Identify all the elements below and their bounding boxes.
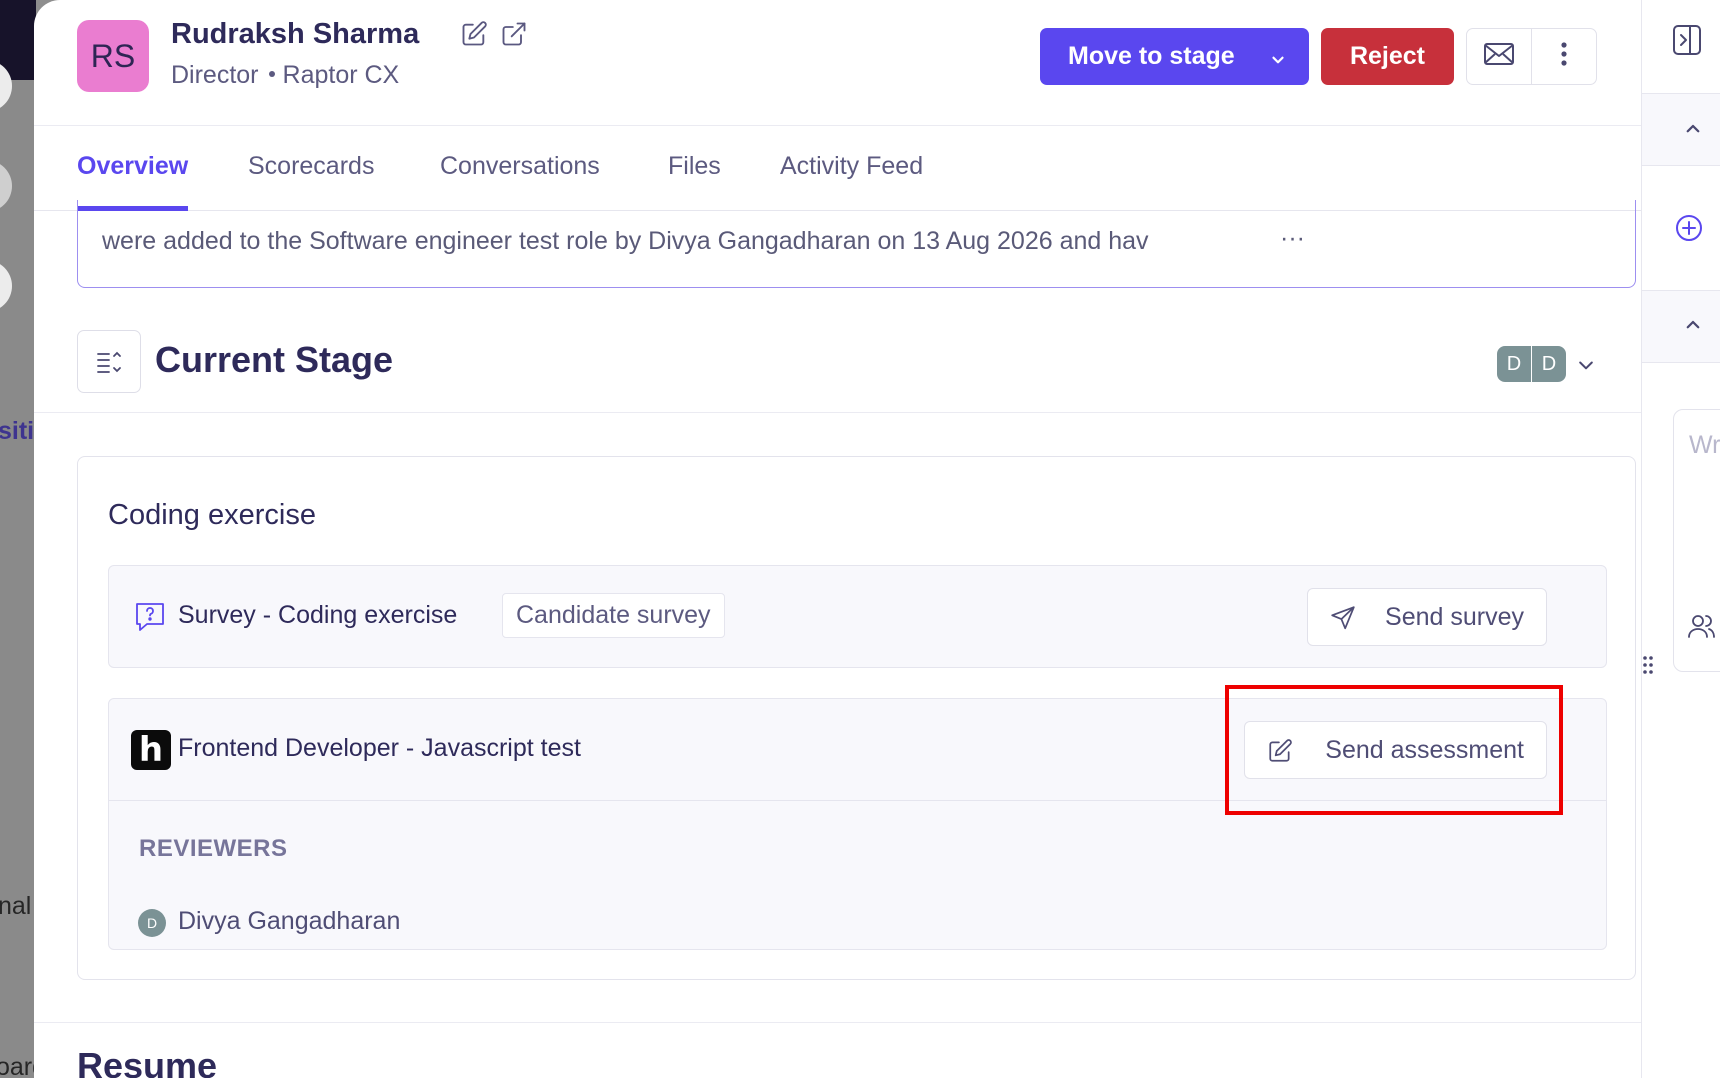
expand-summary-button[interactable]: ··· — [1280, 224, 1305, 253]
edit-icon — [1267, 738, 1293, 764]
hackerearth-logo: h — [131, 730, 171, 770]
candidate-title: Director — [171, 61, 259, 89]
ai-summary-box: were added to the Software engineer test… — [77, 200, 1636, 288]
candidate-drawer: RS Rudraksh Sharma Director Raptor CX Mov… — [34, 0, 1641, 1078]
candidate-avatar: RS — [77, 20, 149, 92]
stage-name: Coding exercise — [108, 499, 316, 531]
move-to-stage-button[interactable]: Move to stage — [1040, 28, 1309, 85]
interviewer-avatar[interactable]: D — [1532, 346, 1566, 382]
more-actions-button[interactable] — [1531, 28, 1597, 85]
chevron-up-icon[interactable] — [1684, 316, 1702, 339]
send-survey-label: Send survey — [1385, 602, 1524, 631]
divider — [1642, 362, 1720, 363]
send-survey-button[interactable]: Send survey — [1307, 588, 1547, 646]
mail-icon — [1483, 41, 1515, 72]
divider — [34, 1022, 1641, 1023]
add-circle-icon[interactable] — [1675, 214, 1703, 247]
more-vertical-icon — [1560, 41, 1568, 72]
panel-section — [1642, 290, 1720, 362]
survey-icon — [133, 599, 167, 633]
tab-bar: Overview Scorecards Conversations Files … — [34, 126, 1641, 211]
chevron-down-icon[interactable] — [1576, 355, 1596, 375]
assessment-label: Frontend Developer - Javascript test — [178, 734, 581, 762]
assessment-header: h Frontend Developer - Javascript test S… — [109, 699, 1606, 801]
background-text: oard — [0, 1053, 36, 1078]
candidate-survey-tag: Candidate survey — [502, 593, 725, 638]
survey-label: Survey - Coding exercise — [178, 601, 458, 629]
send-assessment-label: Send assessment — [1325, 735, 1524, 764]
candidate-name: Rudraksh Sharma — [171, 18, 420, 50]
survey-row: Survey - Coding exercise Candidate surve… — [108, 565, 1607, 668]
background-text: nal — [0, 892, 32, 920]
stage-list-icon[interactable] — [77, 330, 141, 393]
stage-card: Coding exercise Survey - Coding exercise… — [77, 456, 1636, 980]
reviewer-avatar: D — [138, 909, 166, 937]
divider — [1642, 93, 1720, 94]
email-button[interactable] — [1466, 28, 1532, 85]
right-side-panel: Wr — [1641, 0, 1720, 1078]
drag-handle-icon[interactable] — [1641, 654, 1655, 676]
chevron-up-icon[interactable] — [1684, 120, 1702, 143]
separator-dot — [268, 70, 275, 77]
reviewers-heading: REVIEWERS — [139, 835, 288, 862]
resume-title: Resume — [77, 1045, 218, 1078]
send-icon — [1330, 605, 1356, 631]
candidate-header: RS Rudraksh Sharma Director Raptor CX Mov… — [34, 0, 1641, 126]
assessment-row: h Frontend Developer - Javascript test S… — [108, 698, 1607, 950]
background-avatar — [0, 160, 12, 212]
candidate-company: Raptor CX — [282, 61, 400, 89]
edit-icon[interactable] — [460, 20, 488, 48]
divider — [1642, 290, 1720, 291]
panel-section — [1642, 93, 1720, 165]
users-icon[interactable] — [1687, 612, 1717, 645]
candidate-subtitle: Director Raptor CX — [171, 61, 399, 90]
send-assessment-button[interactable]: Send assessment — [1244, 721, 1547, 779]
reviewer-name: Divya Gangadharan — [178, 907, 401, 935]
chevron-down-icon — [1269, 47, 1287, 65]
collapse-panel-icon[interactable] — [1672, 24, 1702, 61]
current-stage-title: Current Stage — [155, 339, 394, 380]
background-text: sitio — [0, 417, 36, 445]
reject-button[interactable]: Reject — [1321, 28, 1454, 85]
external-link-icon[interactable] — [500, 20, 528, 48]
interviewer-avatar[interactable]: D — [1497, 346, 1531, 382]
move-to-stage-label: Move to stage — [1068, 42, 1235, 70]
note-placeholder: Wr — [1689, 431, 1720, 459]
background-avatar — [0, 260, 12, 312]
summary-text: were added to the Software engineer test… — [102, 227, 1149, 255]
current-stage-header: Current Stage D D — [34, 315, 1641, 413]
background-page: sitio nal oard — [0, 0, 36, 1078]
divider — [1642, 165, 1720, 166]
